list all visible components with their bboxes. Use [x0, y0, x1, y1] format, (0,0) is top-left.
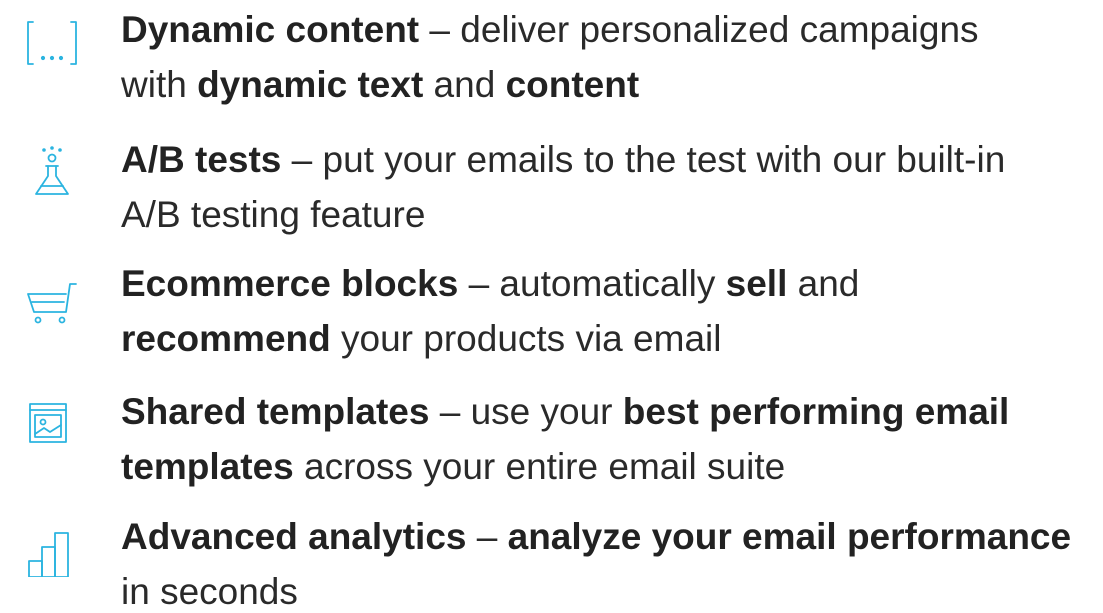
feature-line-1: A/B tests – put your emails to the test …	[121, 139, 1006, 180]
feature-advanced-analytics: Advanced analytics – analyze your email …	[0, 509, 1103, 613]
feature-description: Dynamic content – deliver personalized c…	[121, 2, 1091, 112]
feature-line-2: templates across your entire email suite	[121, 446, 786, 487]
feature-description: A/B tests – put your emails to the test …	[121, 132, 1091, 242]
feature-line-1: Dynamic content – deliver personalized c…	[121, 9, 979, 50]
feature-ecommerce-blocks: Ecommerce blocks – automatically sell an…	[0, 256, 1103, 366]
feature-line-2: in seconds	[121, 571, 298, 612]
feature-line-2: A/B testing feature	[121, 194, 426, 235]
feature-description: Advanced analytics – analyze your email …	[121, 509, 1091, 613]
flask-icon	[24, 144, 80, 200]
feature-line-2: with dynamic text and content	[121, 64, 640, 105]
feature-dynamic-content: Dynamic content – deliver personalized c…	[0, 2, 1103, 112]
bar-chart-icon	[24, 521, 80, 577]
feature-ab-tests: A/B tests – put your emails to the test …	[0, 132, 1103, 242]
shopping-cart-icon	[24, 268, 80, 324]
feature-shared-templates: Shared templates – use your best perform…	[0, 384, 1103, 494]
feature-line-2: recommend your products via email	[121, 318, 722, 359]
feature-description: Ecommerce blocks – automatically sell an…	[121, 256, 1091, 366]
feature-line-1: Shared templates – use your best perform…	[121, 391, 1010, 432]
template-image-icon	[24, 396, 80, 452]
dynamic-content-icon	[24, 14, 80, 70]
feature-line-1: Ecommerce blocks – automatically sell an…	[121, 263, 860, 304]
feature-description: Shared templates – use your best perform…	[121, 384, 1091, 494]
feature-line-1: Advanced analytics – analyze your email …	[121, 516, 1072, 557]
